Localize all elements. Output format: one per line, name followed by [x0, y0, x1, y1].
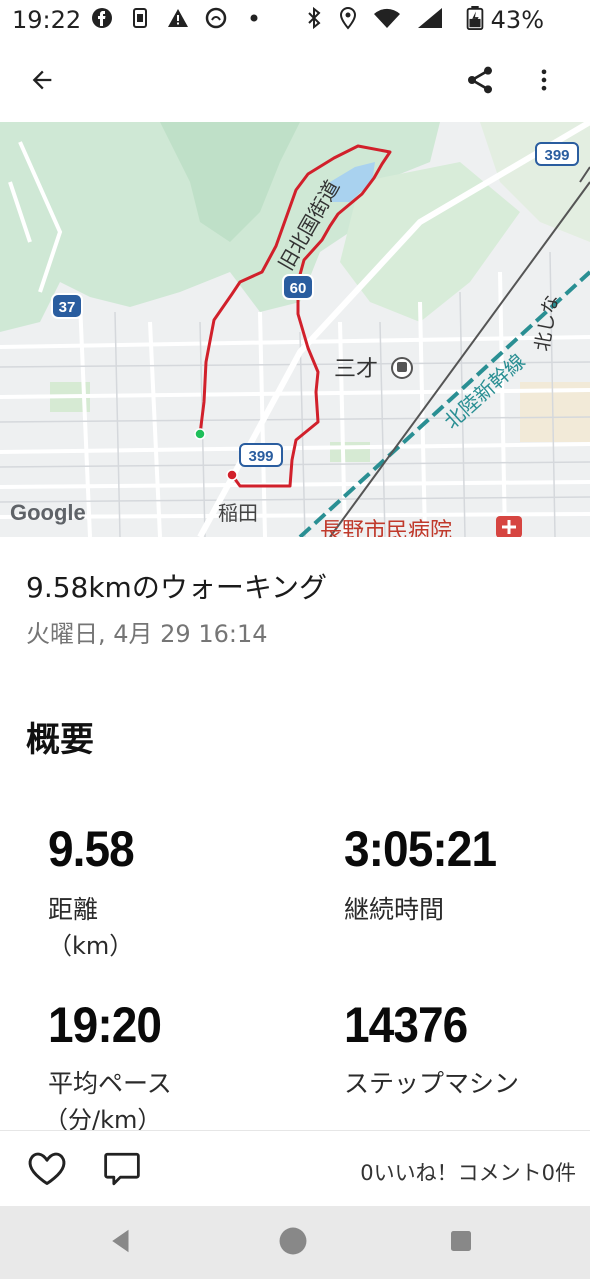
app-bar — [0, 40, 590, 122]
battery-icon — [466, 6, 484, 30]
nav-recents-icon — [451, 1231, 471, 1251]
station-label-sansai: 三才 — [334, 357, 378, 382]
nav-back-button[interactable] — [106, 1226, 146, 1260]
nav-home-icon — [279, 1227, 307, 1255]
stat-pace-label: 平均ペース — [48, 1069, 172, 1098]
stat-steps-label: ステップマシン — [344, 1069, 520, 1098]
system-nav-bar — [0, 1206, 590, 1279]
road-label-kitashinano: 北しな — [531, 293, 563, 353]
route-shield-399-bottom: 399 — [239, 443, 283, 467]
stat-distance-unit: （km） — [48, 932, 134, 960]
battery-percent: 43% — [490, 6, 544, 34]
nav-recents-button[interactable] — [446, 1226, 486, 1260]
activity-title: 9.58kmのウォーキング — [26, 571, 327, 604]
dot-icon — [250, 14, 258, 22]
google-logo: Google — [10, 500, 86, 525]
share-icon — [468, 66, 492, 94]
stat-distance-label: 距離 — [48, 895, 99, 924]
social-counts[interactable]: 0いいね！コメント0件 — [360, 1157, 576, 1187]
status-bar: 19:22 43% — [0, 0, 590, 40]
summary-title: 概要 — [26, 720, 94, 760]
nav-back-icon — [112, 1229, 129, 1253]
like-button[interactable] — [26, 1149, 70, 1189]
more-vert-icon — [541, 69, 547, 91]
action-bar: 0いいね！コメント0件 — [0, 1130, 590, 1206]
station-icon — [391, 357, 413, 379]
poi-label-hospital: 長野市民病院 — [320, 519, 452, 537]
sim-icon — [133, 8, 147, 28]
bluetooth-icon — [308, 6, 321, 30]
location-icon — [339, 6, 357, 30]
comment-button[interactable] — [102, 1151, 146, 1191]
route-end-marker — [226, 469, 238, 481]
status-time: 19:22 — [12, 6, 82, 34]
shield-label: 399 — [544, 147, 569, 164]
warning-icon — [168, 9, 188, 27]
stat-duration-label: 継続時間 — [344, 895, 445, 924]
route-shield-60: 60 — [282, 274, 314, 300]
more-options-button[interactable] — [520, 56, 568, 104]
stat-steps-value: 14376 — [344, 997, 468, 1053]
route-start-marker — [194, 428, 206, 440]
park-area — [330, 442, 370, 462]
back-button[interactable] — [18, 56, 66, 104]
nav-home-button[interactable] — [276, 1224, 316, 1262]
shield-label: 60 — [290, 280, 307, 297]
hospital-icon — [496, 516, 522, 537]
shield-label: 399 — [248, 448, 273, 465]
route-shield-37: 37 — [51, 293, 83, 319]
shield-label: 37 — [59, 299, 76, 316]
activity-datetime: 火曜日, 4月 29 16:14 — [26, 620, 268, 648]
share-button[interactable] — [456, 56, 504, 104]
stat-duration-value: 3:05:21 — [344, 821, 497, 877]
heart-icon — [28, 1152, 66, 1186]
comment-icon — [104, 1152, 140, 1186]
stat-distance-value: 9.58 — [48, 821, 135, 877]
route-map[interactable]: 399 37 60 399 旧北国街道 北しな 三才 北陸新幹線 稲田 長野市民… — [0, 122, 590, 537]
route-shield-399-top: 399 — [535, 142, 579, 166]
arrow-back-icon — [32, 70, 52, 90]
wifi-icon — [374, 8, 400, 28]
notification-icon — [205, 7, 227, 29]
area-label-inada: 稲田 — [218, 501, 258, 525]
signal-icon — [418, 8, 442, 28]
facebook-icon — [92, 8, 112, 28]
map-canvas: 399 37 60 399 旧北国街道 北しな 三才 北陸新幹線 稲田 長野市民… — [0, 122, 590, 537]
stat-pace-value: 19:20 — [48, 997, 162, 1053]
